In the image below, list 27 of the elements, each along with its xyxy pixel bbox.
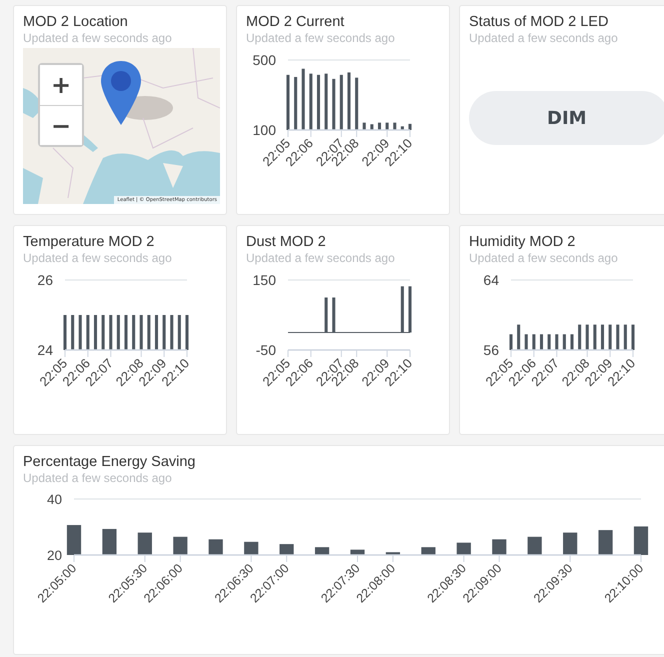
y-tick-label: 500	[252, 52, 276, 68]
updated-text: Updated a few seconds ago	[246, 251, 396, 266]
y-tick-label: 26	[37, 272, 53, 288]
y-tick-label: 40	[46, 492, 62, 507]
map-pin-icon[interactable]	[101, 61, 141, 125]
y-tick-label: -50	[256, 342, 276, 358]
y-tick-label: 56	[483, 342, 499, 358]
y-tick-label: 100	[252, 122, 276, 138]
y-tick-label: 24	[37, 342, 53, 358]
card-title: MOD 2 Current	[246, 14, 346, 31]
card-title: MOD 2 Location	[23, 14, 129, 31]
updated-text: Updated a few seconds ago	[246, 31, 396, 46]
led-status-button[interactable]: DIM	[469, 91, 664, 145]
card-title: Status of MOD 2 LED	[469, 14, 610, 31]
card-title: Humidity MOD 2	[469, 234, 576, 251]
updated-text: Updated a few seconds ago	[23, 31, 173, 46]
y-tick-label: 64	[483, 272, 499, 288]
updated-text: Updated a few seconds ago	[469, 251, 619, 266]
updated-text: Updated a few seconds ago	[23, 471, 173, 486]
y-tick-label: 150	[252, 272, 276, 288]
updated-text: Updated a few seconds ago	[469, 31, 619, 46]
zoom-out-button[interactable]: −	[40, 105, 82, 145]
updated-text: Updated a few seconds ago	[23, 251, 173, 266]
card-title: Temperature MOD 2	[23, 234, 156, 251]
card-title: Percentage Energy Saving	[23, 454, 196, 471]
y-tick-label: 20	[46, 548, 62, 563]
card-title: Dust MOD 2	[246, 234, 327, 251]
